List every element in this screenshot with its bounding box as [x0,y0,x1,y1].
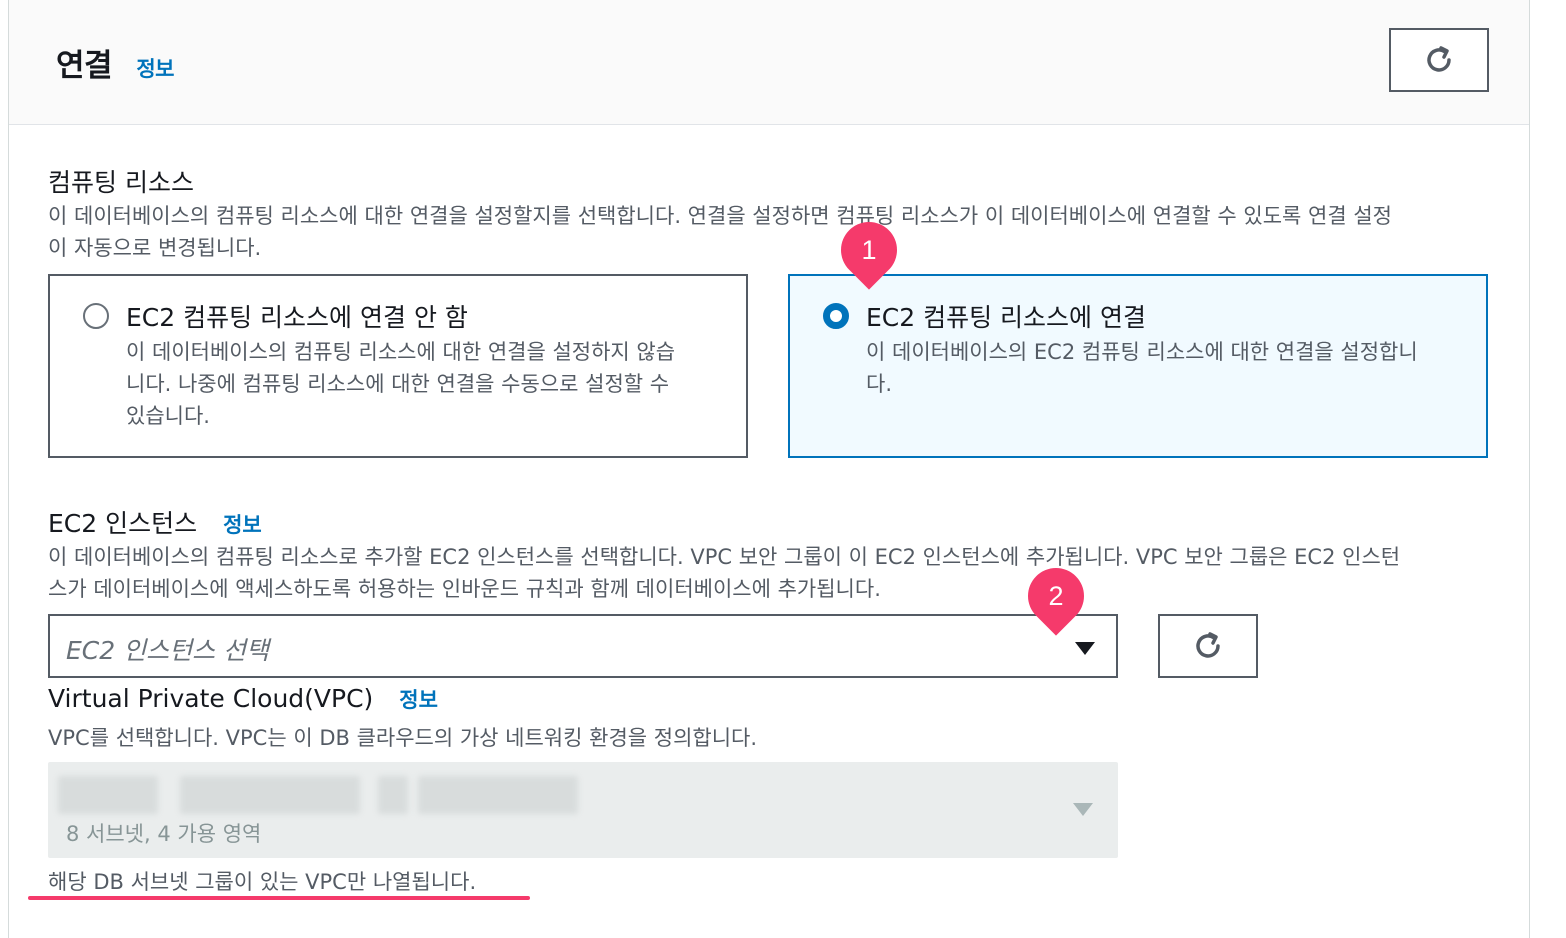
refresh-button[interactable] [1389,28,1489,92]
redacted-vpc-name [418,776,578,814]
refresh-icon [1196,632,1220,658]
option-desc-no-connect: 이 데이터베이스의 컴퓨팅 리소스에 대한 연결을 설정하지 않습 니다. 나중… [126,336,675,432]
vpc-select-subtext: 8 서브넷, 4 가용 영역 [66,822,262,846]
compute-resource-desc: 이 데이터베이스의 컴퓨팅 리소스에 대한 연결을 설정할지를 선택합니다. 연… [48,200,1508,264]
ec2-info-link[interactable]: 정보 [223,513,262,537]
option-tile-no-connect[interactable]: EC2 컴퓨팅 리소스에 연결 안 함 이 데이터베이스의 컴퓨팅 리소스에 대… [48,274,748,458]
ec2-instance-label: EC2 인스턴스 정보 [48,504,262,540]
caret-down-icon [1073,803,1093,816]
option-title-no-connect: EC2 컴퓨팅 리소스에 연결 안 함 [126,303,468,332]
redacted-vpc-name [58,776,158,814]
radio-connect[interactable] [823,303,849,329]
option-title-connect: EC2 컴퓨팅 리소스에 연결 [866,303,1146,332]
ec2-instance-desc: 이 데이터베이스의 컴퓨팅 리소스로 추가할 EC2 인스턴스를 선택합니다. … [48,541,1508,605]
compute-desc-line2: 이 자동으로 변경됩니다. [48,236,262,260]
badge-number: 1 [861,234,877,265]
annotation-badge-2: 2 [1016,556,1096,636]
desc-line: 니다. 나중에 컴퓨팅 리소스에 대한 연결을 수동으로 설정할 수 [126,372,670,396]
ec2-label-text: EC2 인스턴스 [48,509,198,538]
panel-header: 연결 정보 [9,0,1529,125]
page-title: 연결 정보 [56,40,174,85]
option-desc-connect: 이 데이터베이스의 EC2 컴퓨팅 리소스에 대한 연결을 설정합니 다. [866,336,1418,400]
vpc-label: Virtual Private Cloud(VPC) 정보 [48,684,438,714]
vpc-info-link[interactable]: 정보 [399,688,438,712]
option-tile-connect[interactable]: EC2 컴퓨팅 리소스에 연결 이 데이터베이스의 EC2 컴퓨팅 리소스에 대… [788,274,1488,458]
refresh-icon [1427,46,1451,72]
vpc-desc: VPC를 선택합니다. VPC는 이 DB 클라우드의 가상 네트워킹 환경을 … [48,726,758,750]
vpc-label-text: Virtual Private Cloud(VPC) [48,684,374,713]
redacted-vpc-name [378,776,408,814]
compute-resource-label: 컴퓨팅 리소스 [48,168,194,197]
badge-number: 2 [1048,580,1064,611]
vpc-select-disabled: 8 서브넷, 4 가용 영역 [48,762,1118,858]
title-text: 연결 [56,48,113,84]
ec2-desc-line2: 스가 데이터베이스에 액세스하도록 허용하는 인바운드 규칙과 함께 데이터베이… [48,577,881,601]
radio-no-connect[interactable] [83,303,109,329]
desc-line: 이 데이터베이스의 EC2 컴퓨팅 리소스에 대한 연결을 설정합니 [866,340,1418,364]
annotation-underline [28,896,530,900]
desc-line: 이 데이터베이스의 컴퓨팅 리소스에 대한 연결을 설정하지 않습 [126,340,676,364]
info-link[interactable]: 정보 [136,57,174,81]
ec2-refresh-button[interactable] [1158,614,1258,678]
redacted-vpc-name [180,776,360,814]
ec2-desc-line1: 이 데이터베이스의 컴퓨팅 리소스로 추가할 EC2 인스턴스를 선택합니다. … [48,545,1401,569]
ec2-instance-select[interactable]: EC2 인스턴스 선택 [48,614,1118,678]
annotation-badge-1: 1 [829,210,909,290]
vpc-hint: 해당 DB 서브넷 그룹이 있는 VPC만 나열됩니다. [48,870,477,894]
desc-line: 다. [866,372,892,396]
ec2-select-placeholder: EC2 인스턴스 선택 [66,636,270,665]
desc-line: 있습니다. [126,404,210,428]
compute-desc-line1: 이 데이터베이스의 컴퓨팅 리소스에 대한 연결을 설정할지를 선택합니다. 연… [48,204,1392,228]
caret-down-icon [1075,642,1095,655]
